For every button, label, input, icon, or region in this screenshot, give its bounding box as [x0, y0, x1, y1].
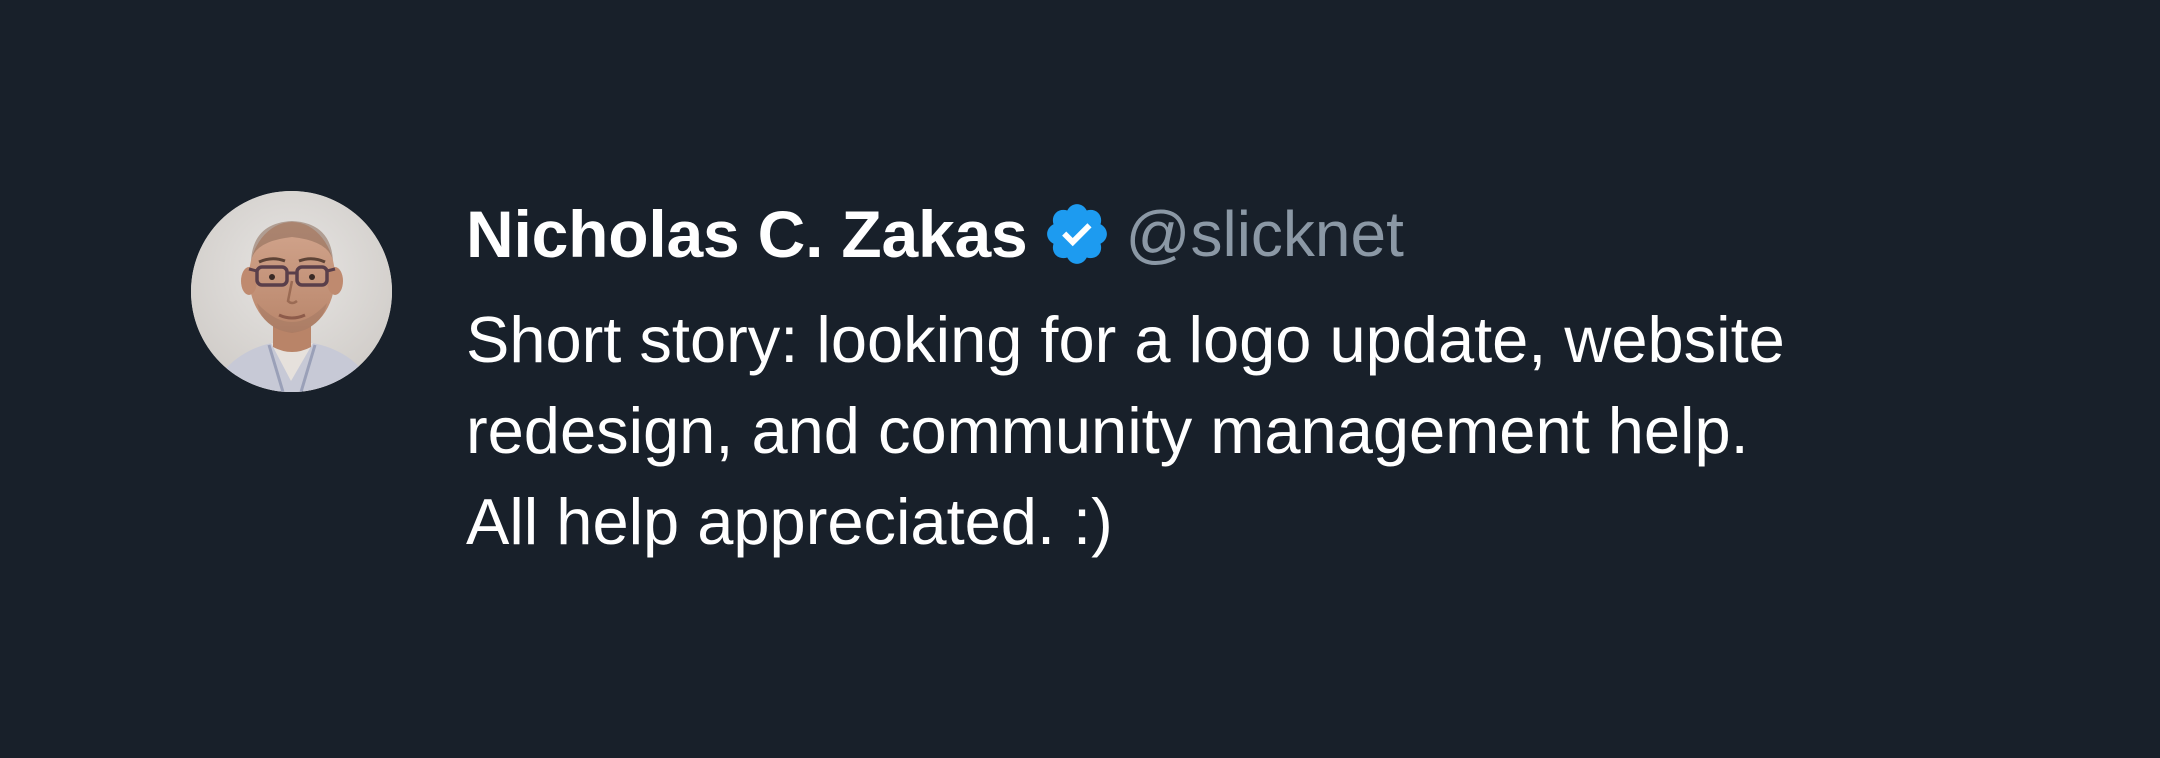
verified-badge-icon — [1042, 199, 1112, 269]
tweet-line: redesign, and community management help. — [466, 394, 1749, 467]
tweet-line: All help appreciated. :) — [466, 485, 1113, 558]
avatar-photo — [191, 191, 392, 392]
tweet-line: Short story: looking for a logo update, … — [466, 303, 1785, 376]
author-name[interactable]: Nicholas C. Zakas — [466, 196, 1028, 272]
tweet-header: Nicholas C. Zakas @slicknet — [466, 192, 1404, 276]
author-handle[interactable]: @slicknet — [1126, 197, 1404, 271]
avatar[interactable] — [191, 191, 392, 392]
tweet-text: Short story: looking for a logo update, … — [466, 294, 2026, 567]
tweet-card: Nicholas C. Zakas @slicknet Short story:… — [0, 0, 2160, 758]
